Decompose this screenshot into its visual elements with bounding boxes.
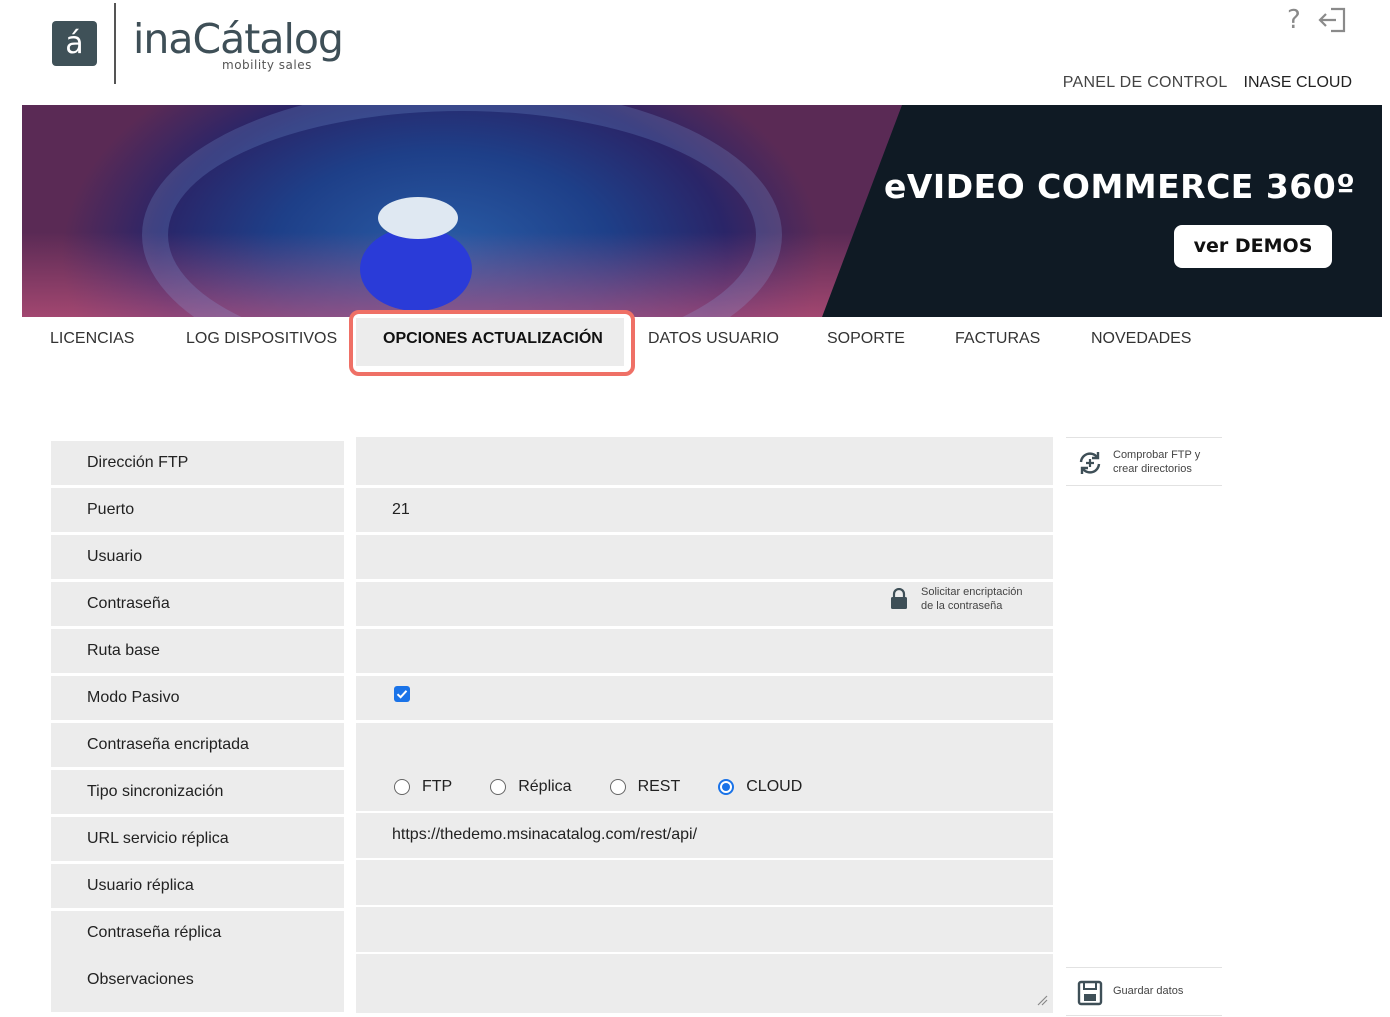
panel-de-control-link[interactable]: PANEL DE CONTROL xyxy=(1063,74,1228,92)
radio-rest-label[interactable]: REST xyxy=(638,778,681,796)
banner-title: eVIDEO COMMERCE 360º xyxy=(884,167,1356,206)
brand-subtitle: mobility sales xyxy=(222,58,312,72)
lock-icon[interactable] xyxy=(890,588,908,610)
check-icon xyxy=(396,690,408,699)
tab-facturas[interactable]: FACTURAS xyxy=(955,330,1040,348)
textarea-observaciones[interactable] xyxy=(356,954,1053,1013)
input-contrasena-replica[interactable] xyxy=(356,907,1053,952)
tab-opciones-actualizacion[interactable]: OPCIONES ACTUALIZACIÓN xyxy=(383,330,603,348)
save-label: Guardar datos xyxy=(1113,985,1184,997)
input-direccion-ftp[interactable] xyxy=(356,437,1053,485)
resize-handle-icon[interactable] xyxy=(1036,994,1048,1006)
radio-ftp-label[interactable]: FTP xyxy=(422,778,452,796)
label-observaciones: Observaciones xyxy=(51,954,344,1012)
radio-ftp[interactable] xyxy=(394,779,410,795)
label-contrasena: Contraseña xyxy=(51,582,344,626)
radio-replica[interactable] xyxy=(490,779,507,795)
label-ruta-base: Ruta base xyxy=(51,629,344,673)
label-direccion-ftp: Dirección FTP xyxy=(51,441,344,485)
encrypt-password-link[interactable]: Solicitar encriptación de la contraseña xyxy=(921,585,1023,613)
input-contrasena-encriptada[interactable] xyxy=(356,723,1053,767)
sync-type-radio-group: FTP Réplica REST CLOUD xyxy=(394,778,840,796)
logout-icon[interactable] xyxy=(1318,6,1348,34)
tab-novedades[interactable]: NOVEDADES xyxy=(1091,330,1191,348)
check-ftp-line-1: Comprobar FTP y xyxy=(1113,449,1201,461)
banner-table xyxy=(378,197,458,239)
label-usuario-replica: Usuario réplica xyxy=(51,864,344,908)
tab-soporte[interactable]: SOPORTE xyxy=(827,330,905,348)
check-ftp-line-2: crear directorios xyxy=(1113,463,1192,475)
radio-replica-label[interactable]: Réplica xyxy=(518,778,571,796)
sync-icon xyxy=(1079,452,1101,474)
save-button[interactable]: Guardar datos xyxy=(1066,967,1222,1016)
encrypt-hint-line-2: de la contraseña xyxy=(921,600,1003,612)
label-modo-pasivo: Modo Pasivo xyxy=(51,676,344,720)
banner-floor-circle xyxy=(360,227,472,311)
field-modo-pasivo xyxy=(356,676,1053,720)
input-ruta-base[interactable] xyxy=(356,629,1053,673)
input-puerto[interactable]: 21 xyxy=(356,488,1053,532)
modo-pasivo-checkbox[interactable] xyxy=(394,686,410,702)
label-usuario: Usuario xyxy=(51,535,344,579)
brand-name[interactable]: inaCátalog xyxy=(133,14,344,64)
encrypt-hint-line-1: Solicitar encriptación xyxy=(921,586,1023,598)
input-usuario[interactable] xyxy=(356,535,1053,579)
ver-demos-button[interactable]: ver DEMOS xyxy=(1174,225,1332,268)
logo-icon[interactable]: á xyxy=(52,21,97,66)
tab-datos-usuario[interactable]: DATOS USUARIO xyxy=(648,330,779,348)
radio-cloud[interactable] xyxy=(718,779,735,795)
input-url-servicio-replica[interactable]: https://thedemo.msinacatalog.com/rest/ap… xyxy=(356,813,1053,858)
save-icon xyxy=(1077,980,1103,1006)
inase-cloud-link[interactable]: INASE CLOUD xyxy=(1244,74,1352,92)
label-url-servicio-replica: URL servicio réplica xyxy=(51,817,344,861)
tab-licencias[interactable]: LICENCIAS xyxy=(50,330,134,348)
label-contrasena-replica: Contraseña réplica xyxy=(51,911,344,955)
help-icon[interactable]: ? xyxy=(1287,5,1301,35)
radio-cloud-label[interactable]: CLOUD xyxy=(746,778,802,796)
promo-banner[interactable]: eVIDEO COMMERCE 360º ver DEMOS xyxy=(22,105,1382,317)
label-puerto: Puerto xyxy=(51,488,344,532)
radio-rest[interactable] xyxy=(609,779,626,795)
input-usuario-replica[interactable] xyxy=(356,860,1053,905)
top-nav: PANEL DE CONTROL INASE CLOUD xyxy=(1063,74,1352,92)
tab-log-dispositivos[interactable]: LOG DISPOSITIVOS xyxy=(186,330,337,348)
logo-divider xyxy=(114,3,116,84)
check-ftp-button[interactable]: Comprobar FTP y crear directorios xyxy=(1066,437,1222,486)
label-contrasena-encriptada: Contraseña encriptada xyxy=(51,723,344,767)
label-tipo-sincronizacion: Tipo sincronización xyxy=(51,770,344,814)
